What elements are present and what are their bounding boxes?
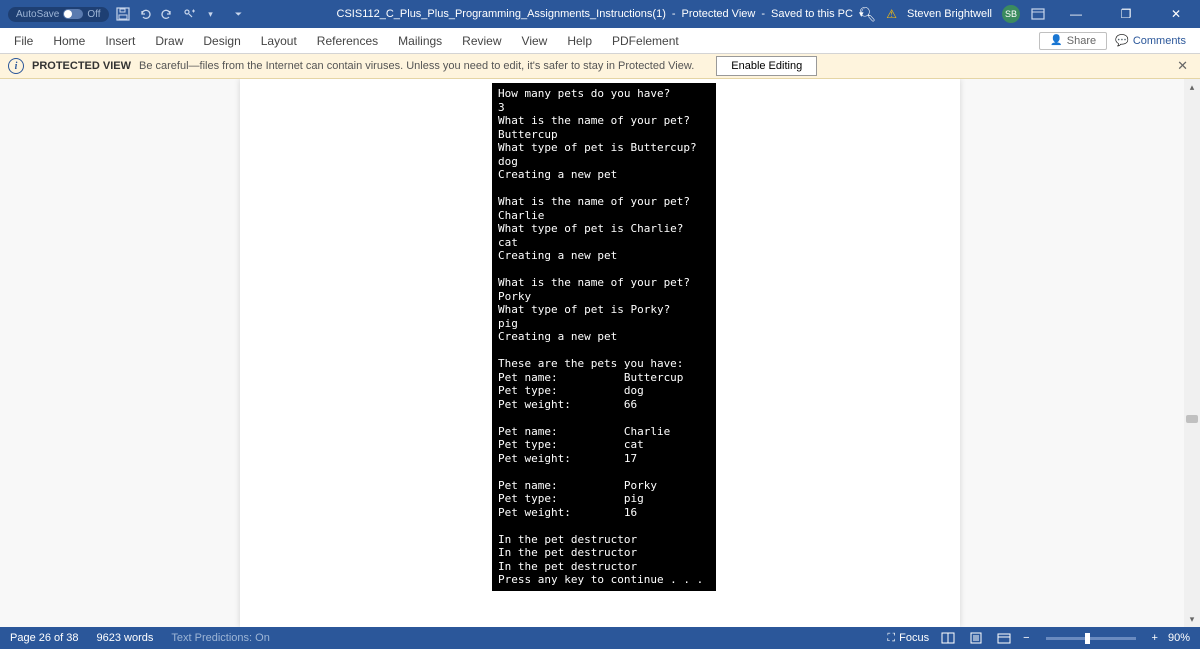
title-dropdown-icon[interactable]: ▾ [859, 9, 864, 20]
document-area: How many pets do you have? 3 What is the… [0, 79, 1200, 627]
tab-help[interactable]: Help [557, 28, 602, 53]
scroll-thumb[interactable] [1186, 415, 1198, 423]
autosave-state: Off [87, 9, 100, 20]
tab-view[interactable]: View [512, 28, 558, 53]
tab-file[interactable]: File [4, 28, 43, 53]
minimize-button[interactable]: — [1056, 0, 1096, 28]
comments-button[interactable]: 💬Comments [1111, 32, 1190, 49]
zoom-in-button[interactable]: + [1152, 632, 1158, 644]
zoom-slider[interactable] [1046, 637, 1136, 640]
scroll-track[interactable] [1184, 95, 1200, 611]
word-count[interactable]: 9623 words [97, 632, 154, 644]
redo-icon[interactable] [159, 6, 175, 22]
protected-message: Be careful—files from the Internet can c… [139, 60, 694, 72]
console-output: How many pets do you have? 3 What is the… [492, 83, 716, 591]
document-title: CSIS112_C_Plus_Plus_Programming_Assignme… [337, 8, 864, 20]
vertical-scrollbar[interactable]: ▴ ▾ [1184, 79, 1200, 627]
tab-mailings[interactable]: Mailings [388, 28, 452, 53]
tab-design[interactable]: Design [193, 28, 250, 53]
doc-filename: CSIS112_C_Plus_Plus_Programming_Assignme… [337, 8, 666, 20]
focus-icon: ⛶ [887, 632, 895, 645]
title-bar: AutoSave Off ▾ ⏷ CSIS112_C_Plus_Plus_Pro… [0, 0, 1200, 28]
doc-mode: Protected View [682, 8, 756, 20]
tab-draw[interactable]: Draw [145, 28, 193, 53]
maximize-button[interactable]: ❐ [1106, 0, 1146, 28]
text-predictions[interactable]: Text Predictions: On [171, 632, 269, 644]
quick-access-icon[interactable] [181, 6, 197, 22]
ribbon-tabs: File Home Insert Draw Design Layout Refe… [0, 28, 1200, 54]
autosave-label: AutoSave [16, 9, 59, 20]
zoom-thumb[interactable] [1085, 633, 1090, 644]
zoom-out-button[interactable]: − [1023, 632, 1029, 644]
protected-label: PROTECTED VIEW [32, 60, 131, 72]
save-status: Saved to this PC [771, 8, 853, 20]
scroll-up-icon[interactable]: ▴ [1184, 79, 1200, 95]
document-page: How many pets do you have? 3 What is the… [240, 79, 960, 627]
autosave-switch[interactable] [63, 9, 83, 19]
status-bar: Page 26 of 38 9623 words Text Prediction… [0, 627, 1200, 649]
zoom-level[interactable]: 90% [1168, 632, 1190, 644]
tab-references[interactable]: References [307, 28, 388, 53]
read-mode-icon[interactable] [939, 631, 957, 645]
save-icon[interactable] [115, 6, 131, 22]
autosave-toggle[interactable]: AutoSave Off [8, 7, 109, 22]
tab-layout[interactable]: Layout [251, 28, 307, 53]
user-name[interactable]: Steven Brightwell [907, 8, 992, 20]
print-layout-icon[interactable] [967, 631, 985, 645]
tab-review[interactable]: Review [452, 28, 511, 53]
chevron-down-icon[interactable]: ▾ [203, 6, 219, 22]
scroll-down-icon[interactable]: ▾ [1184, 611, 1200, 627]
warning-icon[interactable]: ⚠ [886, 7, 897, 21]
protected-close-icon[interactable]: ✕ [1173, 58, 1192, 74]
qat-overflow-icon[interactable]: ⏷ [231, 6, 247, 22]
page-indicator[interactable]: Page 26 of 38 [10, 632, 79, 644]
ribbon-display-icon[interactable] [1030, 6, 1046, 22]
tab-pdfelement[interactable]: PDFelement [602, 28, 689, 53]
focus-mode[interactable]: ⛶Focus [887, 632, 929, 645]
enable-editing-button[interactable]: Enable Editing [716, 56, 817, 76]
tab-home[interactable]: Home [43, 28, 95, 53]
share-button[interactable]: 👤Share [1039, 32, 1107, 50]
web-layout-icon[interactable] [995, 631, 1013, 645]
undo-icon[interactable] [137, 6, 153, 22]
user-avatar[interactable]: SB [1002, 5, 1020, 23]
info-icon: i [8, 58, 24, 74]
protected-view-bar: i PROTECTED VIEW Be careful—files from t… [0, 54, 1200, 79]
close-button[interactable]: ✕ [1156, 0, 1196, 28]
tab-insert[interactable]: Insert [95, 28, 145, 53]
